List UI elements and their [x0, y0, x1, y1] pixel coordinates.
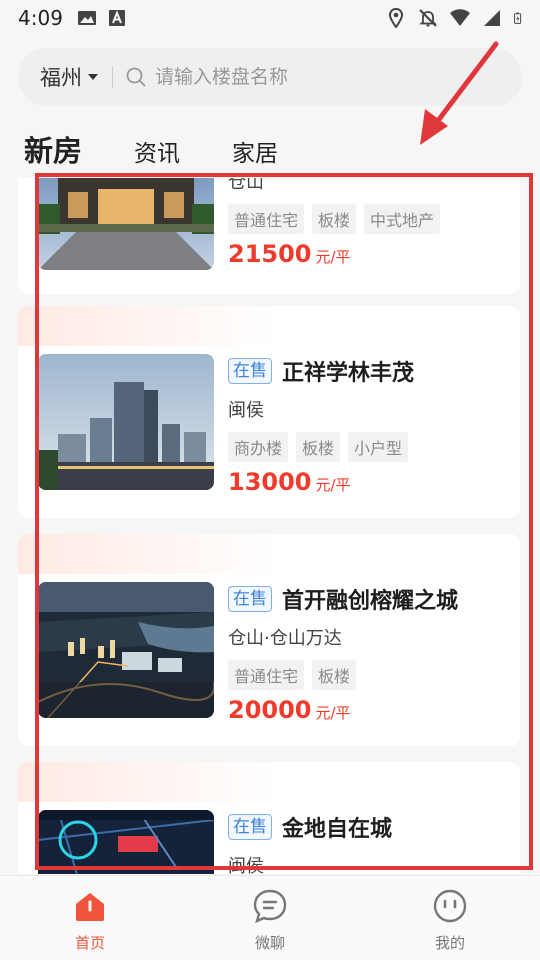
nav-home-label: 首页: [74, 934, 105, 952]
listing-thumbnail: [38, 178, 214, 270]
tab-new-homes[interactable]: 新房: [24, 128, 82, 170]
profile-icon: [433, 889, 467, 923]
search-input[interactable]: [155, 66, 504, 88]
nav-chat[interactable]: 微聊: [180, 876, 360, 960]
listing-thumbnail: [38, 582, 214, 718]
tag: 普通住宅: [228, 660, 305, 690]
status-bar: 4:09: [0, 0, 540, 36]
tag: 普通住宅: [228, 204, 305, 234]
listing-thumbnail: [38, 810, 214, 874]
image-icon: [77, 11, 96, 25]
home-icon: [76, 893, 104, 921]
search-icon: [126, 67, 146, 87]
chat-icon: [253, 889, 287, 924]
price-unit: 元/平: [315, 248, 351, 266]
listing-district: 闽侯: [228, 400, 264, 421]
city-label: 福州: [40, 66, 82, 90]
listing-tags: 普通住宅 板楼: [228, 660, 510, 690]
tab-home-furnishing[interactable]: 家居: [232, 134, 278, 168]
search-bar: 福州: [18, 48, 522, 106]
listing-card[interactable]: 在售 金地自在城 闽侯: [18, 762, 520, 874]
listing-tags: 商办楼 板楼 小户型: [228, 432, 510, 462]
wifi-icon: [450, 9, 470, 26]
price-unit: 元/平: [315, 476, 351, 494]
listing-district: 仓山: [228, 178, 264, 193]
bottom-nav: 首页 微聊 我的: [0, 875, 540, 960]
listing-list[interactable]: 仓山 普通住宅 板楼 中式地产 21500 元/平 在售 正祥学林丰茂 闽侯 商…: [0, 178, 540, 874]
bell-off-icon: [419, 9, 437, 27]
tag: 板楼: [312, 660, 357, 690]
listing-info: 在售 首开融创榕耀之城 仓山·仓山万达 普通住宅 板楼 20000 元/平: [228, 582, 510, 724]
nav-profile-label: 我的: [434, 934, 465, 952]
listing-price: 21500: [228, 240, 312, 268]
card-highlight: [18, 534, 278, 574]
divider: [112, 66, 113, 88]
sale-status-badge: 在售: [228, 814, 272, 840]
listing-card[interactable]: 在售 正祥学林丰茂 闽侯 商办楼 板楼 小户型 13000 元/平: [18, 306, 520, 518]
price-row: 13000 元/平: [228, 468, 510, 496]
nav-chat-label: 微聊: [254, 934, 285, 952]
listing-district: 闽侯: [228, 856, 264, 874]
listing-thumbnail: [38, 354, 214, 490]
card-highlight: [18, 762, 278, 802]
price-row: 21500 元/平: [228, 240, 510, 268]
listing-tags: 普通住宅 板楼 中式地产: [228, 204, 510, 234]
battery-icon: [514, 12, 522, 24]
tab-news[interactable]: 资讯: [134, 134, 180, 168]
listing-card[interactable]: 在售 首开融创榕耀之城 仓山·仓山万达 普通住宅 板楼 20000 元/平: [18, 534, 520, 746]
title-row: 在售 金地自在城: [228, 810, 510, 844]
listing-price: 13000: [228, 468, 312, 496]
city-selector[interactable]: 福州: [40, 62, 98, 92]
listing-info: 在售 正祥学林丰茂 闽侯 商办楼 板楼 小户型 13000 元/平: [228, 354, 510, 496]
tag: 商办楼: [228, 432, 289, 462]
category-tabs: 新房 资讯 家居: [24, 128, 330, 170]
nav-home[interactable]: 首页: [0, 876, 180, 960]
price-row: 20000 元/平: [228, 696, 510, 724]
sale-status-badge: 在售: [228, 358, 272, 384]
tag: 板楼: [296, 432, 341, 462]
price-unit: 元/平: [315, 704, 351, 722]
title-row: 在售 首开融创榕耀之城: [228, 582, 510, 616]
signal-icon: [484, 10, 500, 26]
listing-info: 仓山 普通住宅 板楼 中式地产 21500 元/平: [228, 178, 510, 268]
sale-status-badge: 在售: [228, 586, 272, 612]
listing-info: 在售 金地自在城 闽侯: [228, 810, 510, 874]
status-time: 4:09: [18, 6, 63, 30]
tag: 中式地产: [364, 204, 441, 234]
location-icon: [388, 8, 404, 28]
nav-profile[interactable]: 我的: [360, 876, 540, 960]
caret-down-icon: [88, 74, 98, 80]
tag: 小户型: [348, 432, 409, 462]
listing-card[interactable]: 仓山 普通住宅 板楼 中式地产 21500 元/平: [18, 178, 520, 294]
listing-title: 首开融创榕耀之城: [282, 589, 459, 614]
listing-district: 仓山·仓山万达: [228, 628, 342, 649]
title-row: 在售 正祥学林丰茂: [228, 354, 510, 388]
tag: 板楼: [312, 204, 357, 234]
listing-title: 金地自在城: [282, 817, 393, 842]
listing-title: 正祥学林丰茂: [282, 361, 415, 386]
listing-price: 20000: [228, 696, 312, 724]
text-a-icon: [108, 10, 125, 26]
card-highlight: [18, 306, 278, 346]
